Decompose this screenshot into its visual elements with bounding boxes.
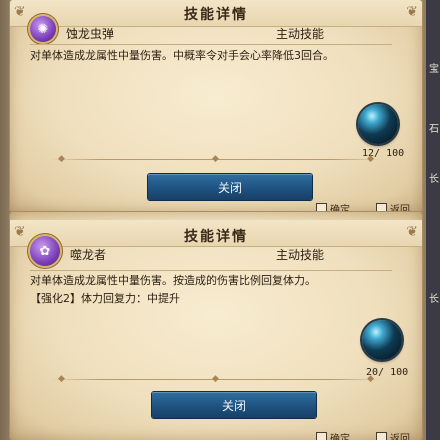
energy-orb-icon [358, 104, 398, 144]
skill-name: 蚀龙虫弹 [66, 27, 115, 41]
skill-detail-dialog-1: ❦ 技能详情 ❦ ✺ 蚀龙虫弹 主动技能 对单体造成龙属性中量伤害。中概率令对手… [10, 0, 422, 212]
skill-description: 对单体造成龙属性中量伤害。中概率令对手会心率降低3回合。 [30, 47, 402, 65]
close-button[interactable]: 关闭 [148, 174, 312, 200]
confirm-option[interactable]: 确定 [316, 201, 350, 212]
skill-type: 主动技能 [276, 248, 325, 262]
bug-orb-icon: ✺ [30, 16, 56, 42]
diamond-icon: ◆ [58, 154, 65, 164]
confirm-option[interactable]: 确定 [316, 430, 350, 440]
skill-type: 主动技能 [276, 27, 325, 41]
back-option[interactable]: 返回 [376, 201, 410, 212]
dialog-header: ❦ 技能详情 ❦ [10, 220, 422, 247]
ornament-icon: ❦ [406, 4, 418, 20]
side-label[interactable]: 长 [429, 290, 439, 305]
dialog-title: 技能详情 [184, 7, 248, 23]
diamond-icon: ◆ [58, 374, 65, 384]
confirm-label: 确定 [330, 205, 350, 212]
checkbox-icon[interactable] [316, 203, 327, 212]
side-label[interactable]: 长 [429, 170, 439, 185]
side-label[interactable]: 石 [429, 120, 439, 135]
dialog-header: ❦ 技能详情 ❦ [10, 0, 422, 27]
skill-description: 对单体造成龙属性中量伤害。按造成的伤害比例回复体力。 【强化2】体力回复力：中提… [30, 272, 402, 308]
skill-name: 噬龙者 [70, 248, 107, 262]
description-line: 对单体造成龙属性中量伤害。中概率令对手会心率降低3回合。 [30, 49, 334, 62]
checkbox-icon[interactable] [376, 203, 387, 212]
side-menu-strip: 宝 石 长 长 [426, 0, 440, 440]
back-option[interactable]: 返回 [376, 430, 410, 440]
energy-orb-icon [362, 320, 402, 360]
diamond-icon: ◆ [367, 374, 374, 384]
skill-detail-dialog-2: ❦ 技能详情 ❦ ✿ 噬龙者 主动技能 对单体造成龙属性中量伤害。按造成的伤害比… [10, 212, 422, 440]
back-label: 返回 [390, 205, 410, 212]
close-button[interactable]: 关闭 [152, 392, 316, 418]
diamond-icon: ◆ [367, 154, 374, 164]
ornamental-divider: ◆ ◆ ◆ [50, 154, 382, 166]
dialog-title: 技能详情 [184, 229, 248, 245]
confirm-label: 确定 [330, 434, 350, 440]
checkbox-icon[interactable] [376, 432, 387, 440]
ornament-icon: ❦ [406, 224, 418, 240]
description-line: 对单体造成龙属性中量伤害。按造成的伤害比例回复体力。 [30, 274, 316, 287]
diamond-icon: ◆ [212, 154, 219, 164]
side-label[interactable]: 宝 [429, 60, 439, 75]
diamond-icon: ◆ [212, 374, 219, 384]
divider-line [30, 44, 392, 45]
divider-line [30, 270, 392, 271]
ornamental-divider: ◆ ◆ ◆ [50, 374, 382, 386]
enhancement-line: 【强化2】体力回复力：中提升 [30, 292, 180, 305]
back-label: 返回 [390, 434, 410, 440]
checkbox-icon[interactable] [316, 432, 327, 440]
flower-orb-icon: ✿ [30, 236, 60, 266]
